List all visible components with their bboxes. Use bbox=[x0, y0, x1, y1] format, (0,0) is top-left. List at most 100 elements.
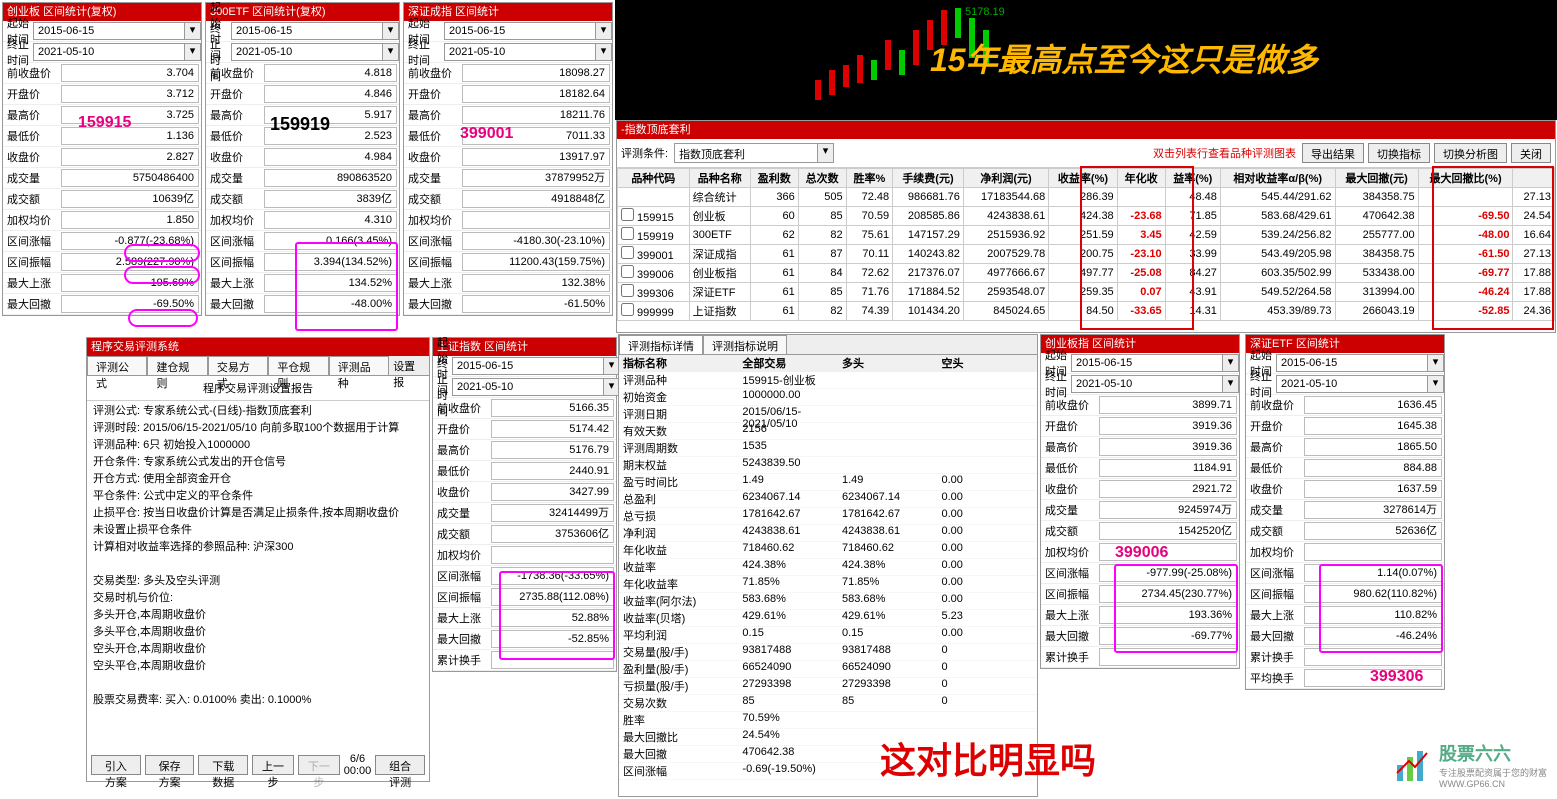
chevron-down-icon[interactable]: ▾ bbox=[596, 22, 612, 40]
col-header[interactable]: 品种代码 bbox=[618, 169, 690, 188]
table-row[interactable]: 399306深证ETF618571.76171884.522593548.072… bbox=[618, 283, 1555, 302]
stat-label: 成交额 bbox=[433, 526, 491, 542]
date-input[interactable] bbox=[444, 43, 596, 61]
table-row[interactable]: 399006创业板指618472.62217376.074977666.6749… bbox=[618, 264, 1555, 283]
col-header[interactable]: 益率(%) bbox=[1165, 169, 1220, 188]
stat-value: 3.725 bbox=[61, 106, 199, 124]
stat-label: 最大上涨 bbox=[433, 610, 491, 626]
action-button[interactable]: 组合评测 bbox=[375, 755, 425, 775]
col-header[interactable] bbox=[1513, 169, 1555, 188]
stat-label: 最高价 bbox=[206, 107, 264, 123]
table-row[interactable]: 综合统计36650572.48986681.7617183544.68286.3… bbox=[618, 188, 1555, 207]
stat-value: 4.984 bbox=[264, 148, 397, 166]
chevron-down-icon[interactable]: ▾ bbox=[1428, 354, 1444, 372]
action-button[interactable]: 导出结果 bbox=[1302, 143, 1364, 163]
detail-row: 初始资金1000000.00 bbox=[619, 389, 1037, 406]
action-button[interactable]: 下一步 bbox=[298, 755, 340, 775]
stat-label: 最大回撤 bbox=[1041, 628, 1099, 644]
col-header[interactable]: 最大回撤比(%) bbox=[1418, 169, 1513, 188]
row-checkbox[interactable] bbox=[621, 246, 634, 259]
col-header[interactable]: 净利润(元) bbox=[963, 169, 1048, 188]
tab[interactable]: 平仓规则 bbox=[268, 356, 328, 375]
date-input[interactable] bbox=[452, 378, 604, 396]
date-input[interactable] bbox=[33, 22, 185, 40]
action-button[interactable]: 引入方案 bbox=[91, 755, 141, 775]
col-header[interactable]: 相对收益率α/β(%) bbox=[1220, 169, 1335, 188]
table-row[interactable]: 159915创业板608570.59208585.864243838.61424… bbox=[618, 207, 1555, 226]
chevron-down-icon[interactable]: ▾ bbox=[383, 43, 399, 61]
detail-row: 交易次数85850 bbox=[619, 695, 1037, 712]
date-input[interactable] bbox=[1071, 375, 1223, 393]
table-row[interactable]: 399001深证成指618770.11140243.822007529.7820… bbox=[618, 245, 1555, 264]
panel-arbitrage: -指数顶底套利 评测条件: 指数顶底套利 ▾ 双击列表行查看品种评测图表 导出结… bbox=[616, 120, 1556, 333]
date-input[interactable] bbox=[1071, 354, 1223, 372]
row-checkbox[interactable] bbox=[621, 227, 634, 240]
date-input[interactable] bbox=[231, 22, 383, 40]
stat-value: -0.877(-23.68%) bbox=[61, 232, 199, 250]
tab[interactable]: 评测品种 bbox=[329, 356, 389, 375]
col-header[interactable]: 年化收 bbox=[1117, 169, 1165, 188]
tab[interactable]: 评测指标说明 bbox=[703, 335, 787, 354]
detail-row: 胜率70.59% bbox=[619, 712, 1037, 729]
row-checkbox[interactable] bbox=[621, 208, 634, 221]
cond-select[interactable]: 指数顶底套利 bbox=[675, 144, 817, 162]
stat-value: 2735.88(112.08%) bbox=[491, 588, 614, 606]
action-button[interactable]: 切换指标 bbox=[1368, 143, 1430, 163]
date-input[interactable] bbox=[1276, 375, 1428, 393]
tab[interactable]: 建仓规则 bbox=[147, 356, 207, 375]
action-button[interactable]: 下载数据 bbox=[198, 755, 248, 775]
detail-row: 收益率(贝塔)429.61%429.61%5.23 bbox=[619, 610, 1037, 627]
report-line: 股票交易费率: 买入: 0.0100% 卖出: 0.1000% bbox=[93, 692, 423, 709]
date-input[interactable] bbox=[1276, 354, 1428, 372]
chevron-down-icon[interactable]: ▾ bbox=[1428, 375, 1444, 393]
detail-row: 盈亏时间比1.491.490.00 bbox=[619, 474, 1037, 491]
date-input[interactable] bbox=[444, 22, 596, 40]
stat-value: 5166.35 bbox=[491, 399, 614, 417]
action-button[interactable]: 保存方案 bbox=[145, 755, 195, 775]
col-header[interactable]: 手续费(元) bbox=[893, 169, 964, 188]
action-button[interactable]: 关闭 bbox=[1511, 143, 1551, 163]
action-button[interactable]: 切换分析图 bbox=[1434, 143, 1507, 163]
stat-value: 4918848亿 bbox=[462, 190, 610, 208]
row-checkbox[interactable] bbox=[621, 265, 634, 278]
tab[interactable]: 评测指标详情 bbox=[619, 335, 703, 354]
stat-value: 11200.43(159.75%) bbox=[462, 253, 610, 271]
logo-sub: 专注股票配资属于您的财富 bbox=[1439, 766, 1547, 779]
tab[interactable]: 评测公式 bbox=[87, 356, 147, 375]
chevron-down-icon[interactable]: ▾ bbox=[817, 144, 833, 162]
stat-label: 区间振幅 bbox=[1246, 586, 1304, 602]
stat-label: 开盘价 bbox=[1246, 418, 1304, 434]
stat-value: 18182.64 bbox=[462, 85, 610, 103]
stat-label: 最大回撤 bbox=[404, 296, 462, 312]
stat-label: 最大上涨 bbox=[3, 275, 61, 291]
chevron-down-icon[interactable]: ▾ bbox=[383, 22, 399, 40]
stat-value: 3.704 bbox=[61, 64, 199, 82]
chevron-down-icon[interactable]: ▾ bbox=[185, 22, 201, 40]
chevron-down-icon[interactable]: ▾ bbox=[185, 43, 201, 61]
row-checkbox[interactable] bbox=[621, 303, 634, 316]
col-header[interactable]: 最大回撤(元) bbox=[1335, 169, 1418, 188]
report-line: 评测品种: 6只 初始投入1000000 bbox=[93, 437, 423, 454]
date-input[interactable] bbox=[231, 43, 383, 61]
date-input[interactable] bbox=[452, 357, 604, 375]
col-header[interactable]: 总次数 bbox=[798, 169, 846, 188]
action-button[interactable]: 上一步 bbox=[252, 755, 294, 775]
chevron-down-icon[interactable]: ▾ bbox=[1223, 375, 1239, 393]
col-header[interactable]: 收益率(%) bbox=[1049, 169, 1117, 188]
col-header[interactable]: 胜率% bbox=[846, 169, 892, 188]
panel-title: 300ETF 区间统计(复权) bbox=[206, 3, 399, 21]
stat-label: 收盘价 bbox=[1246, 481, 1304, 497]
stat-value bbox=[1304, 543, 1442, 561]
chevron-down-icon[interactable]: ▾ bbox=[1223, 354, 1239, 372]
tab[interactable]: 交易方式 bbox=[208, 356, 268, 375]
table-row[interactable]: 999999上证指数618274.39101434.20845024.6584.… bbox=[618, 302, 1555, 321]
report-title: 程序交易评测设置报告 bbox=[87, 376, 429, 401]
col-header[interactable]: 品种名称 bbox=[689, 169, 750, 188]
chevron-down-icon[interactable]: ▾ bbox=[596, 43, 612, 61]
table-row[interactable]: 159919300ETF628275.61147157.292515936.92… bbox=[618, 226, 1555, 245]
date-input[interactable] bbox=[33, 43, 185, 61]
row-checkbox[interactable] bbox=[621, 284, 634, 297]
col-header[interactable]: 盈利数 bbox=[750, 169, 798, 188]
stat-value: 3.394(134.52%) bbox=[264, 253, 397, 271]
stat-label: 成交量 bbox=[1041, 502, 1099, 518]
